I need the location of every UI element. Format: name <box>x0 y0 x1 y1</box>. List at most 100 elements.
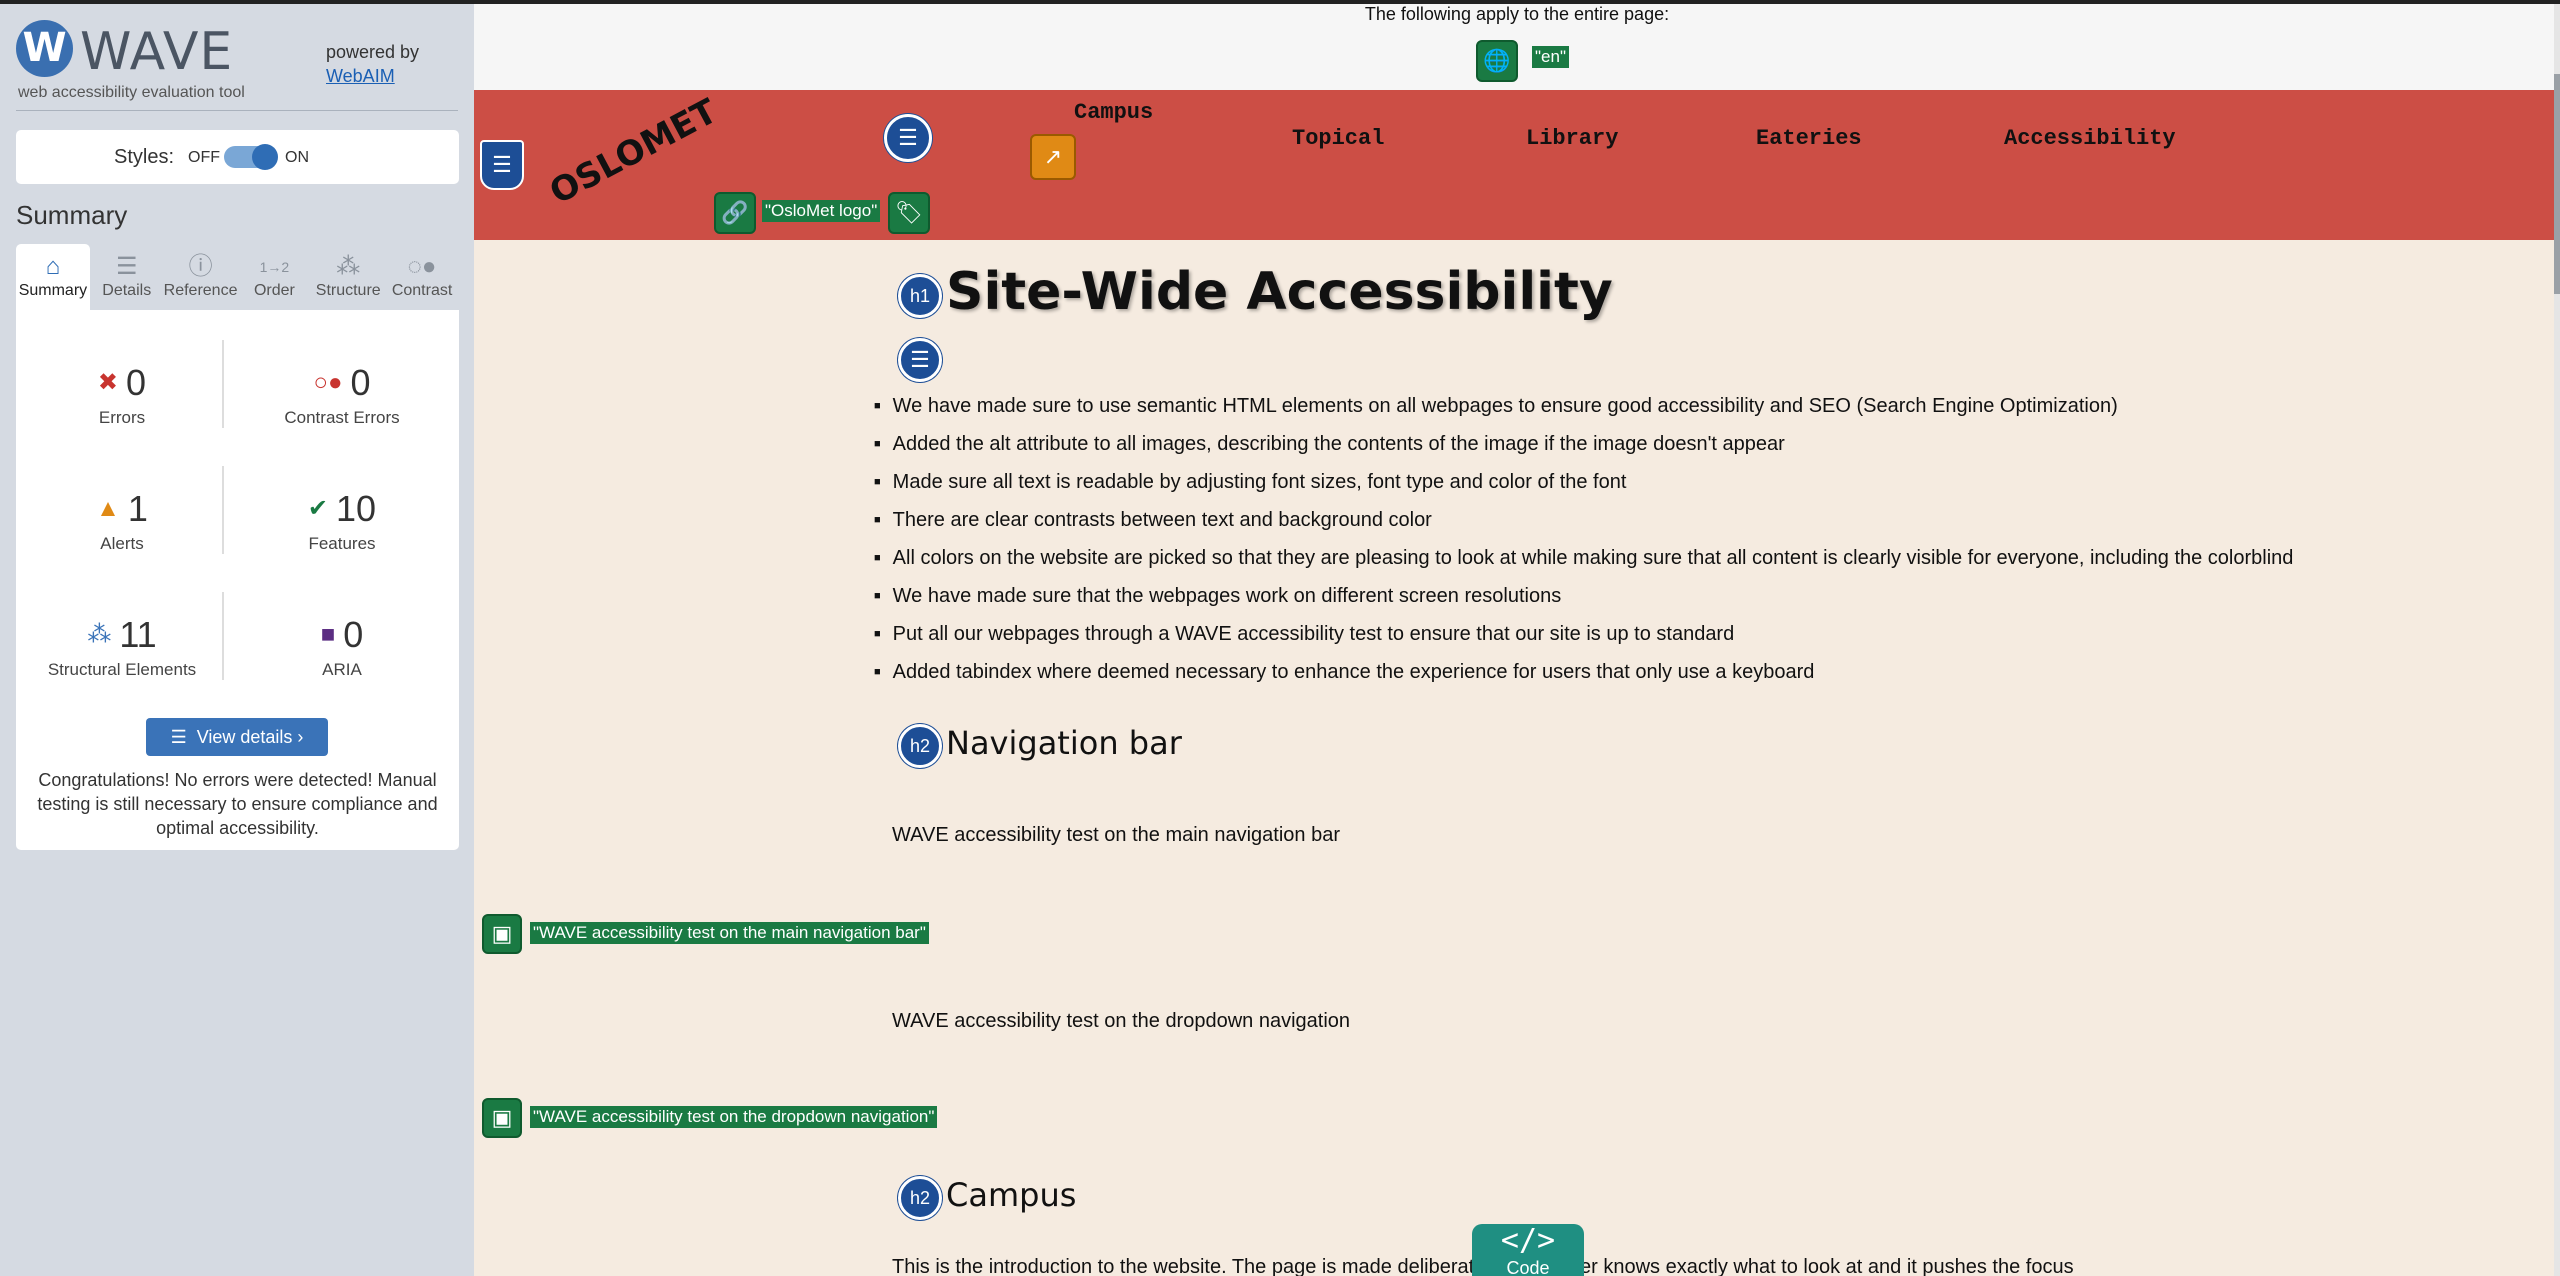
window-top-border <box>0 0 2560 4</box>
tab-label: Details <box>102 282 152 299</box>
errors-stat[interactable]: ✖ 0 Errors <box>22 362 222 428</box>
alerts-label: Alerts <box>100 534 144 553</box>
sidebar-tabs: ⌂ Summary ☰ Details ⓘ Reference 1→2 Orde… <box>16 244 459 310</box>
scrollbar-thumb[interactable] <box>2554 74 2560 294</box>
alerts-stat[interactable]: ▲ 1 Alerts <box>22 488 222 554</box>
sidebar-divider <box>16 110 458 111</box>
summary-panel: ✖ 0 Errors ○● 0 Contrast Errors ▲ 1 Alerts … <box>16 310 459 850</box>
aria-label: ARIA <box>322 660 362 679</box>
nav-link-accessibility[interactable]: Accessibility <box>2004 126 2176 151</box>
structural-stat[interactable]: ⁂ 11 Structural Elements <box>22 614 222 680</box>
tab-label: Reference <box>163 282 238 299</box>
contrast-error-icon: ○● <box>313 369 343 396</box>
evaluated-page: The following apply to the entire page: … <box>474 4 2560 1276</box>
language-label: "en" <box>1532 46 1569 68</box>
wave-sidebar: W WAVE web accessibility evaluation tool… <box>0 4 474 1276</box>
nav-link-eateries[interactable]: Eateries <box>1756 126 1862 151</box>
page-scrollbar[interactable] <box>2554 4 2560 1276</box>
accessibility-list: We have made sure to use semantic HTML e… <box>874 394 2294 698</box>
alerts-count: 1 <box>127 488 148 529</box>
toggle-knob <box>252 144 278 170</box>
aria-cube-icon: ■ <box>320 621 336 648</box>
styles-off-label: OFF <box>188 149 220 166</box>
view-details-button[interactable]: ☰ View details › <box>146 718 328 756</box>
list-item: Made sure all text is readable by adjust… <box>874 470 2293 508</box>
webaim-link[interactable]: WebAIM <box>326 66 395 87</box>
list-item: We have made sure to use semantic HTML e… <box>874 394 2293 432</box>
list-icon: ☰ <box>115 253 138 280</box>
error-icon: ✖ <box>97 369 119 396</box>
features-count: 10 <box>336 488 377 529</box>
banner-text: The following apply to the entire page: <box>1364 4 1670 24</box>
list-item: We have made sure that the webpages work… <box>874 584 2293 622</box>
errors-count: 0 <box>126 362 147 403</box>
tab-reference[interactable]: ⓘ Reference <box>164 244 238 310</box>
contrast-errors-stat[interactable]: ○● 0 Contrast Errors <box>242 362 442 428</box>
styles-toggle[interactable] <box>224 144 278 170</box>
alert-icon: ▲ <box>96 495 120 522</box>
page-wide-banner: The following apply to the entire page: … <box>474 4 2560 90</box>
heading-navigation-bar: Navigation bar <box>946 724 1182 762</box>
list-item: Added tabindex where deemed necessary to… <box>874 660 2293 698</box>
h2-marker-icon[interactable]: h2 <box>898 1176 942 1220</box>
nav-link-campus[interactable]: Campus <box>1074 100 1153 125</box>
page-title: Site-Wide Accessibility <box>946 262 1613 322</box>
list-item: All colors on the website are picked so … <box>874 546 2294 584</box>
list-item: Put all our webpages through a WAVE acce… <box>874 622 2293 660</box>
list-item: There are clear contrasts between text a… <box>874 508 2293 546</box>
contrast-errors-label: Contrast Errors <box>284 408 400 427</box>
nav-link-library[interactable]: Library <box>1526 126 1618 151</box>
code-toggle-button[interactable]: </> Code <box>1472 1224 1584 1276</box>
h1-marker-icon[interactable]: h1 <box>898 274 942 318</box>
h2-marker-icon[interactable]: h2 <box>898 724 942 768</box>
tab-order[interactable]: 1→2 Order <box>237 244 311 310</box>
image-alt-icon[interactable]: ▣ <box>482 914 522 954</box>
home-icon: ⌂ <box>45 253 61 280</box>
code-icon: </> <box>1500 1223 1556 1258</box>
tab-label: Contrast <box>391 282 453 299</box>
structural-label: Structural Elements <box>47 660 197 679</box>
contrast-icon: ◌● <box>407 253 437 280</box>
summary-heading: Summary <box>16 200 128 230</box>
tab-summary[interactable]: ⌂ Summary <box>16 244 90 310</box>
image-alt-icon[interactable]: ▣ <box>482 1098 522 1138</box>
list-icon: ☰ <box>170 727 187 747</box>
stat-divider <box>222 466 224 554</box>
structure-icon: ⁂ <box>87 621 112 648</box>
features-stat[interactable]: ✔ 10 Features <box>242 488 442 554</box>
list-item: Added the alt attribute to all images, d… <box>874 432 2293 470</box>
paragraph-nav-test: WAVE accessibility test on the main navi… <box>892 824 1340 846</box>
wave-tagline: web accessibility evaluation tool <box>18 84 245 101</box>
features-label: Features <box>308 534 376 553</box>
header-region-icon[interactable]: ☰ <box>480 140 524 190</box>
oslomet-logo[interactable]: OSLOMET <box>543 91 723 212</box>
congrats-message: Congratulations! No errors were detected… <box>37 770 438 838</box>
aria-count: 0 <box>343 614 364 655</box>
tab-label: Structure <box>315 282 381 299</box>
tab-structure[interactable]: ⁂ Structure <box>311 244 385 310</box>
stat-divider <box>222 592 224 680</box>
tab-contrast[interactable]: ◌● Contrast <box>385 244 459 310</box>
powered-by-label: powered by <box>326 42 420 62</box>
styles-on-label: ON <box>285 149 309 166</box>
tag-icon[interactable]: 🏷 <box>888 192 930 234</box>
paragraph-dropdown-test: WAVE accessibility test on the dropdown … <box>892 1010 1351 1032</box>
tab-label: Order <box>253 282 295 299</box>
info-icon: ⓘ <box>188 253 213 280</box>
aria-stat[interactable]: ■ 0 ARIA <box>242 614 442 680</box>
language-icon[interactable]: 🌐 <box>1476 40 1518 82</box>
image-alt-label: "WAVE accessibility test on the main nav… <box>530 922 929 944</box>
contrast-count: 0 <box>350 362 371 403</box>
feature-check-icon: ✔ <box>307 495 329 522</box>
linked-image-icon[interactable]: 🔗 <box>714 192 756 234</box>
nav-link-topical[interactable]: Topical <box>1292 126 1384 151</box>
wave-logo-text: WAVE <box>80 22 234 82</box>
unordered-list-icon[interactable]: ☰ <box>884 114 932 162</box>
list-marker-icon[interactable]: ☰ <box>898 338 942 382</box>
styles-toggle-panel: Styles: OFF ON <box>16 130 459 184</box>
styles-label: Styles: <box>114 146 175 168</box>
tab-label: Summary <box>18 282 88 299</box>
tab-details[interactable]: ☰ Details <box>90 244 164 310</box>
alert-icon[interactable]: ↗ <box>1030 134 1076 180</box>
image-alt-label: "WAVE accessibility test on the dropdown… <box>530 1106 938 1128</box>
